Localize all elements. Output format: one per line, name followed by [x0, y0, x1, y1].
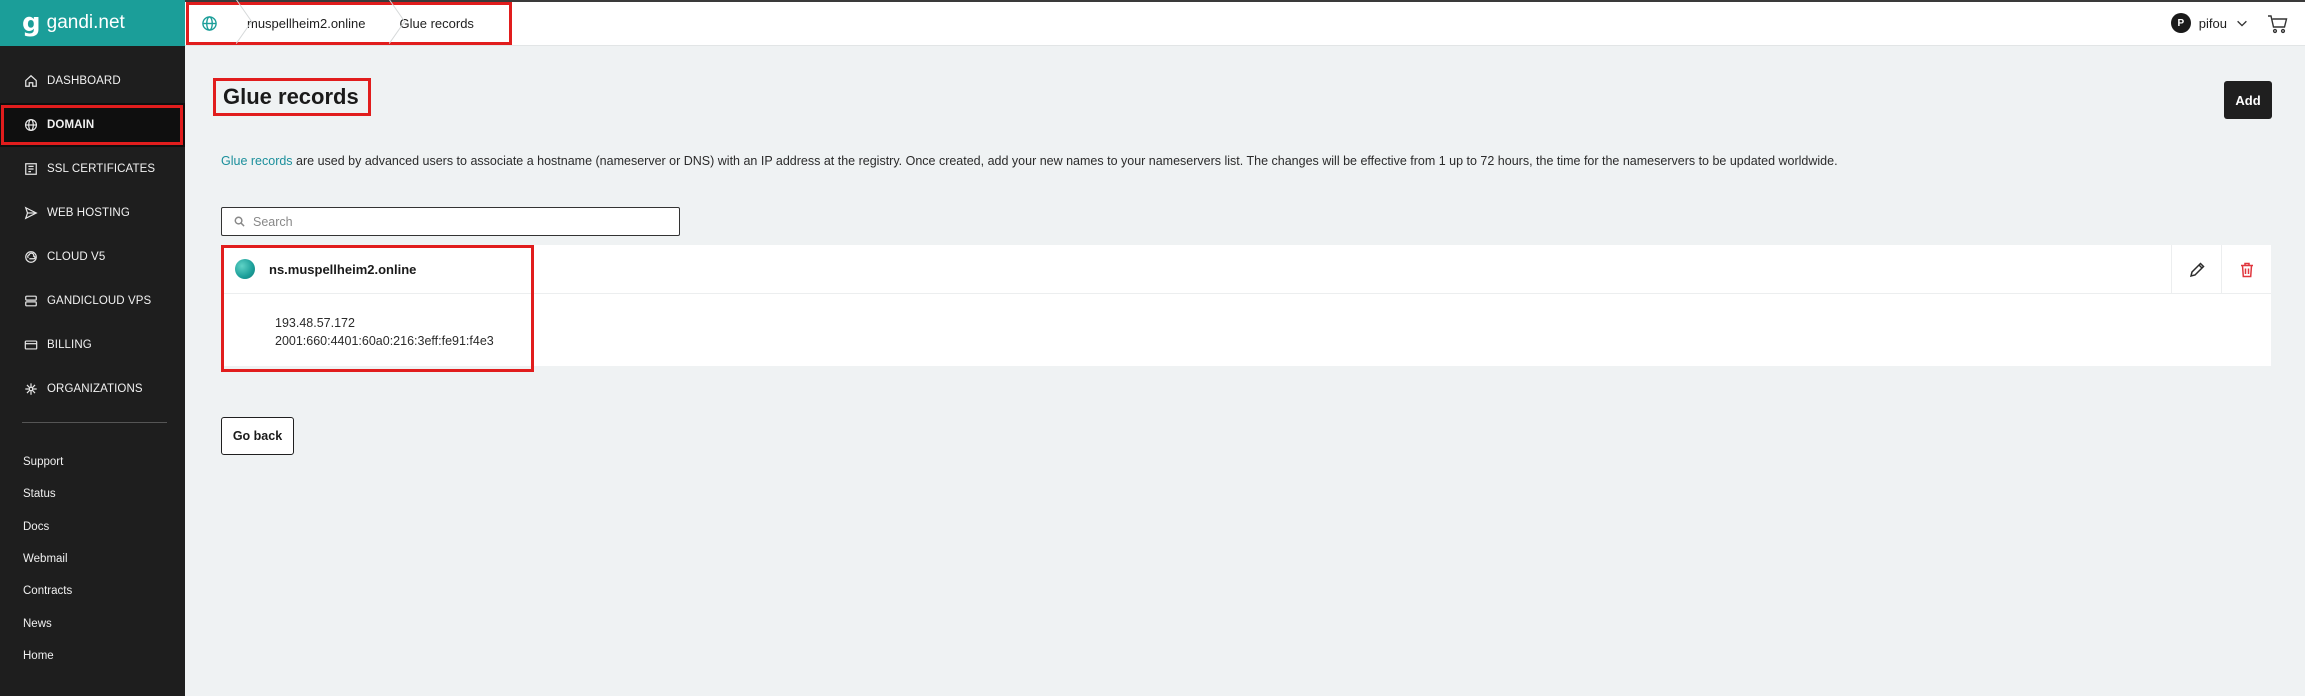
nav-item-billing[interactable]: BILLING [0, 323, 185, 367]
cloud-icon [24, 250, 38, 264]
globe-icon [24, 118, 38, 132]
avatar: P [2170, 13, 2191, 33]
user-name: pifou [2198, 15, 2227, 31]
search-input[interactable] [253, 214, 673, 229]
nav-label: DOMAIN [47, 119, 95, 131]
nav-label: CLOUD V5 [47, 251, 106, 263]
nav-label: WEB HOSTING [47, 207, 130, 219]
brand-name: gandi.net [46, 12, 125, 33]
top-header: muspellheim2.online Glue records P pifou [185, 0, 2305, 46]
page-title: Glue records [223, 84, 359, 109]
nav-item-cloud-v5[interactable]: CLOUD V5 [0, 235, 185, 279]
nav-item-domain[interactable]: DOMAIN [0, 103, 185, 147]
sidebar-link-home[interactable]: Home [23, 640, 72, 672]
breadcrumb-separator [382, 5, 396, 42]
record-ip: 2001:660:4401:60a0:216:3eff:fe91:f4e3 [275, 334, 494, 348]
description-text: are used by advanced users to associate … [292, 154, 1838, 168]
nav-item-dashboard[interactable]: DASHBOARD [0, 59, 185, 103]
breadcrumb-domain[interactable]: muspellheim2.online [243, 16, 382, 31]
organizations-icon [24, 382, 38, 396]
record-actions [2171, 245, 2271, 294]
record-hostname: ns.muspellheim2.online [269, 262, 417, 277]
certificate-icon [24, 162, 38, 176]
nav-label: BILLING [47, 339, 92, 351]
page-title-box: Glue records [213, 78, 371, 116]
home-icon [24, 74, 38, 88]
nav-item-ssl-certificates[interactable]: SSL CERTIFICATES [0, 147, 185, 191]
user-menu[interactable]: P pifou [2170, 13, 2249, 33]
sidebar-link-contracts[interactable]: Contracts [23, 575, 72, 607]
cart-button[interactable] [2267, 14, 2289, 34]
sidebar-link-webmail[interactable]: Webmail [23, 543, 72, 575]
nav-label: GANDICLOUD VPS [47, 295, 152, 307]
brand-logo[interactable]: g gandi.net [0, 0, 185, 46]
breadcrumb: muspellheim2.online Glue records [186, 2, 512, 45]
nav-item-web-hosting[interactable]: WEB HOSTING [0, 191, 185, 235]
search-icon [234, 216, 245, 227]
chevron-down-icon [2237, 20, 2247, 27]
server-icon [24, 294, 38, 308]
delete-button[interactable] [2221, 245, 2271, 294]
globe-icon [235, 259, 255, 279]
sidebar-link-support[interactable]: Support [23, 446, 72, 478]
send-icon [24, 206, 38, 220]
credit-card-icon [24, 338, 38, 352]
go-back-button[interactable]: Go back [221, 417, 294, 455]
record-header: ns.muspellheim2.online [221, 245, 2271, 294]
sidebar-link-status[interactable]: Status [23, 478, 72, 510]
breadcrumb-current: Glue records [399, 16, 474, 31]
sidebar-link-docs[interactable]: Docs [23, 511, 72, 543]
nav-item-gandicloud-vps[interactable]: GANDICLOUD VPS [0, 279, 185, 323]
sidebar-links: Support Status Docs Webmail Contracts Ne… [23, 446, 72, 672]
nav-item-organizations[interactable]: ORGANIZATIONS [0, 367, 185, 411]
trash-icon [2240, 262, 2253, 277]
gandi-logo-icon: g [22, 8, 41, 38]
glue-record-card: ns.muspellheim2.online 193.48.57.172 200… [221, 245, 2271, 372]
sidebar-link-news[interactable]: News [23, 607, 72, 639]
record-ip: 193.48.57.172 [275, 316, 355, 330]
nav-label: ORGANIZATIONS [47, 383, 143, 395]
edit-button[interactable] [2171, 245, 2221, 294]
main-nav: DASHBOARD DOMAIN SSL CERTIFICATES WEB HO… [0, 59, 185, 411]
sidebar-divider [22, 422, 167, 423]
search-box[interactable] [221, 207, 680, 236]
page-description: Glue records are used by advanced users … [221, 154, 1838, 168]
cart-icon [2268, 15, 2288, 34]
add-button[interactable]: Add [2224, 81, 2272, 119]
nav-label: DASHBOARD [47, 75, 121, 87]
pencil-icon [2189, 261, 2205, 277]
record-ip-list: 193.48.57.172 2001:660:4401:60a0:216:3ef… [275, 314, 494, 350]
glue-records-link[interactable]: Glue records [221, 154, 293, 168]
sidebar: g gandi.net DASHBOARD DOMAIN SSL CERTIFI… [0, 0, 185, 696]
breadcrumb-separator [229, 5, 243, 42]
nav-label: SSL CERTIFICATES [47, 163, 156, 175]
